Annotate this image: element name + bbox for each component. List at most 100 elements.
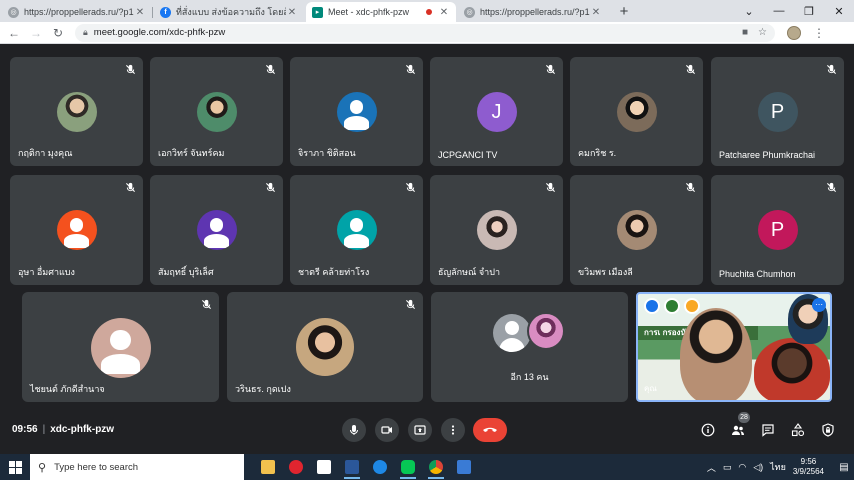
notepad-icon[interactable] — [310, 454, 338, 480]
chevron-up-icon[interactable]: ︿ — [707, 461, 716, 474]
participant-tile[interactable]: ขวิมพร เมืองลี — [570, 175, 703, 285]
participant-tile[interactable]: ชาตรี คล้ายท่าโรง — [290, 175, 423, 285]
participant-tile[interactable]: สัมฤทธิ์ บุริเล็ศ — [150, 175, 283, 285]
tab-divider — [152, 7, 153, 18]
presenter-tile[interactable]: การเ กรองนักเรีย ⋯ คุณ — [636, 292, 832, 402]
participant-tile[interactable]: เอกวิทร์ จันทร์คม — [150, 57, 283, 166]
mic-off-icon — [265, 182, 276, 193]
participant-tile[interactable]: วรินธร. กุดเปง — [227, 292, 423, 402]
photos-icon[interactable] — [450, 454, 478, 480]
back-icon[interactable]: ← — [3, 26, 25, 40]
presenter-name: คุณ — [644, 384, 657, 393]
leave-call-button[interactable] — [473, 418, 507, 442]
tab-title: https://proppellerads.ru/?p101 — [24, 7, 134, 17]
others-avatar — [527, 312, 565, 350]
more-vertical-icon — [451, 425, 455, 435]
more-options-icon[interactable]: ⋯ — [812, 298, 826, 312]
participant-avatar — [90, 318, 151, 378]
volume-icon[interactable]: ◁) — [753, 462, 763, 473]
forward-icon[interactable]: → — [25, 26, 47, 40]
window-controls: ⌄ — ❐ ✕ — [734, 0, 854, 22]
present-screen-button[interactable] — [408, 418, 432, 442]
system-tray: ︿ ▭ ◠ ◁) ไทย 9:56 3/9/2564 ▤ — [707, 454, 854, 480]
mic-button[interactable] — [342, 418, 366, 442]
activities-button[interactable] — [790, 422, 806, 438]
browser-menu-icon[interactable]: ⋮ — [813, 26, 825, 40]
chrome-icon[interactable] — [422, 454, 450, 480]
camera-button[interactable] — [375, 418, 399, 442]
participant-tile[interactable]: คมกริช ร. — [570, 57, 703, 166]
browser-tab-3[interactable]: ▸ Meet - xdc-phfk-pzw ✕ — [306, 2, 456, 22]
reload-icon[interactable]: ↻ — [47, 26, 69, 40]
close-icon[interactable]: ✕ — [134, 7, 146, 18]
chat-button[interactable] — [760, 422, 776, 438]
search-placeholder: Type here to search — [54, 461, 139, 473]
bookmark-star-icon[interactable]: ☆ — [758, 27, 767, 38]
browser-tab-2[interactable]: f ที่สั่งแบบ ส่งข้อความถึง โดยส้มบ แบบ ✕ — [154, 2, 304, 22]
mic-off-icon — [265, 64, 276, 75]
presenter-video — [680, 308, 752, 400]
new-tab-button[interactable]: + — [614, 2, 634, 22]
minimize-icon[interactable]: — — [764, 5, 794, 17]
mic-off-icon — [125, 64, 136, 75]
lock-icon[interactable]: 🔒︎ — [83, 27, 88, 38]
participants-button[interactable] — [730, 422, 746, 438]
participant-tile[interactable]: P Patcharee Phumkrachai — [711, 57, 844, 166]
tab-search-icon[interactable]: ⌄ — [734, 5, 764, 18]
host-controls-button[interactable] — [820, 422, 836, 438]
participant-letter-avatar: P — [757, 210, 798, 250]
participant-grid: กฤติกา มุงคุณ เอกวิทร์ จันทร์คม จิราภา ช… — [0, 44, 854, 408]
info-icon — [701, 423, 715, 437]
participant-name: ไชยนต์ ภักดีสำนาจ — [30, 384, 105, 394]
window-close-icon[interactable]: ✕ — [824, 5, 854, 18]
participant-tile[interactable]: จิราภา ชิติสอน — [290, 57, 423, 166]
network-icon[interactable]: ▭ — [723, 462, 732, 473]
globe-icon: ◎ — [8, 6, 19, 18]
browser-toolbar: ← → ↻ 🔒︎ meet.google.com/xdc-phfk-pzw ■ … — [0, 22, 854, 44]
participant-photo — [56, 92, 97, 132]
participant-photo — [476, 210, 517, 250]
profile-avatar[interactable] — [787, 25, 801, 40]
file-explorer-icon[interactable] — [254, 454, 282, 480]
mic-off-icon — [826, 64, 837, 75]
participant-name: จิราภา ชิติสอน — [298, 148, 356, 158]
close-icon[interactable]: ✕ — [286, 7, 298, 18]
notifications-icon[interactable]: ▤ — [834, 462, 854, 473]
recording-indicator-icon — [426, 9, 432, 15]
participant-tile[interactable]: ไชยนต์ ภักดีสำนาจ — [22, 292, 219, 402]
start-button[interactable] — [0, 454, 30, 480]
meeting-code: xdc-phfk-pzw — [50, 424, 115, 435]
edge-icon[interactable] — [366, 454, 394, 480]
participant-tile[interactable]: ธัญลักษณ์ จำปา — [430, 175, 563, 285]
browser-tab-4[interactable]: ◎ https://proppellerads.ru/?p101 ✕ — [458, 2, 608, 22]
logo-badge-icon — [664, 298, 680, 314]
participant-tile[interactable]: P Phuchita Chumhon — [711, 175, 844, 285]
presenter-video — [754, 338, 830, 400]
browser-tab-1[interactable]: ◎ https://proppellerads.ru/?p101 ✕ — [2, 2, 153, 22]
line-icon[interactable] — [394, 454, 422, 480]
participant-tile[interactable]: กฤติกา มุงคุณ — [10, 57, 143, 166]
restore-icon[interactable]: ❐ — [794, 5, 824, 18]
participant-avatar — [56, 210, 97, 250]
participant-name: เอกวิทร์ จันทร์คม — [158, 148, 225, 158]
language-indicator[interactable]: ไทย — [770, 460, 786, 474]
close-icon[interactable]: ✕ — [590, 7, 602, 18]
taskbar-search-box[interactable]: ⚲ Type here to search — [30, 454, 244, 480]
close-icon[interactable]: ✕ — [438, 7, 450, 18]
participant-name: อุษา อื่มศาแบง — [18, 267, 75, 277]
wifi-icon[interactable]: ◠ — [738, 462, 746, 473]
meeting-info: 09:56 | xdc-phfk-pzw — [12, 424, 115, 435]
word-icon[interactable] — [338, 454, 366, 480]
video-camera-icon — [381, 426, 392, 434]
others-tile[interactable]: อีก 13 คน — [431, 292, 628, 402]
more-options-button[interactable] — [441, 418, 465, 442]
browser-tab-strip: ◎ https://proppellerads.ru/?p101 ✕ f ที่… — [0, 0, 854, 22]
tab-title: ที่สั่งแบบ ส่งข้อความถึง โดยส้มบ แบบ — [176, 7, 286, 17]
participant-tile[interactable]: J JCPGANCI TV — [430, 57, 563, 166]
opera-icon[interactable] — [282, 454, 310, 480]
address-bar[interactable]: 🔒︎ meet.google.com/xdc-phfk-pzw ■ ☆ — [75, 23, 775, 42]
camera-permission-icon[interactable]: ■ — [742, 27, 748, 38]
participant-tile[interactable]: อุษา อื่มศาแบง — [10, 175, 143, 285]
taskbar-clock[interactable]: 9:56 3/9/2564 — [793, 457, 824, 477]
meeting-details-button[interactable] — [700, 422, 716, 438]
